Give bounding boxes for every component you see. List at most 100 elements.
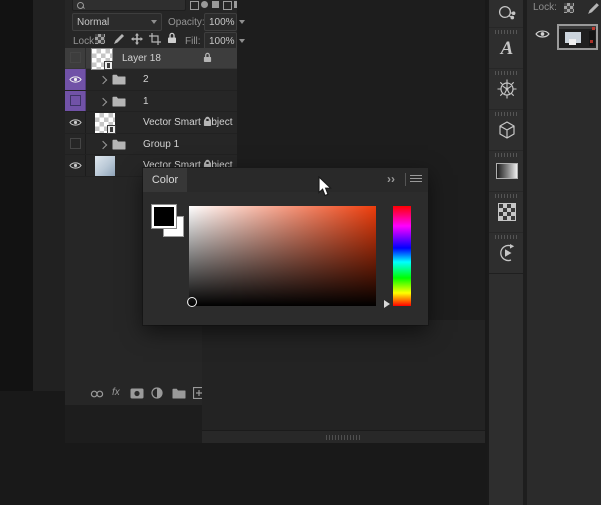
opacity-label: Opacity: — [168, 17, 205, 28]
saturation-brightness-field[interactable] — [189, 206, 376, 306]
thumb-red-dot — [590, 40, 593, 43]
hue-slider[interactable] — [393, 206, 411, 306]
color-field-cursor[interactable] — [187, 297, 197, 307]
lock-all-icon[interactable] — [167, 32, 177, 44]
lock-icon — [203, 52, 212, 62]
eye-icon[interactable] — [535, 29, 550, 39]
expand-arrow-icon[interactable] — [98, 140, 108, 149]
mouse-cursor — [318, 176, 332, 197]
grip-handle-icon — [495, 112, 519, 116]
new-group-icon[interactable] — [172, 388, 186, 399]
foreground-color-swatch[interactable] — [152, 205, 176, 228]
grip-handle-icon — [495, 30, 519, 34]
link-layers-icon[interactable] — [90, 390, 104, 398]
thumb-titlebar — [559, 26, 596, 29]
layer-thumbnail[interactable] — [95, 156, 115, 176]
visibility-toggle[interactable] — [65, 47, 86, 68]
gradient-icon — [496, 163, 518, 179]
dock-button-3d[interactable] — [489, 109, 525, 150]
visibility-toggle[interactable] — [65, 112, 86, 133]
eye-icon — [68, 76, 82, 83]
dock-button-nodes[interactable] — [489, 0, 525, 27]
thumb-white-block — [569, 39, 576, 45]
dock-button-history[interactable] — [489, 232, 525, 273]
layer-name[interactable]: 1 — [143, 96, 149, 107]
lock-label: Lock: — [73, 36, 97, 47]
lock-transparency-icon[interactable] — [564, 3, 574, 13]
visibility-empty-box — [69, 138, 81, 150]
pattern-icon — [498, 203, 516, 221]
thumb-dark-block — [589, 31, 595, 46]
visibility-toggle[interactable] — [65, 69, 86, 90]
folder-icon — [112, 96, 126, 106]
add-mask-icon[interactable] — [130, 388, 144, 399]
expand-arrow-icon[interactable] — [98, 75, 108, 85]
blend-mode-dropdown[interactable]: Normal — [72, 13, 162, 31]
layer-search-input[interactable] — [72, 0, 186, 11]
grip-handle-icon — [495, 71, 519, 75]
color-panel: Color ›› — [143, 168, 428, 325]
filter-type-icon[interactable] — [212, 1, 219, 8]
eye-icon — [68, 119, 82, 126]
chevron-down-icon — [238, 20, 245, 24]
layer-thumbnail[interactable] — [95, 113, 116, 134]
layer-row-layer-18[interactable]: Layer 18 — [65, 47, 237, 70]
layer-row-group-1[interactable]: 1 — [65, 90, 237, 112]
layer-name[interactable]: Group 1 — [143, 139, 179, 150]
window-resize-bar[interactable] — [202, 430, 485, 443]
dock-button-glyphs[interactable]: A — [489, 27, 525, 68]
lock-icon — [203, 116, 212, 126]
tab-color[interactable]: Color — [143, 168, 187, 192]
thumb-red-dot — [592, 27, 595, 30]
lock-label: Lock: — [533, 2, 557, 13]
visibility-toggle[interactable] — [65, 133, 86, 154]
chevron-down-icon — [238, 39, 245, 43]
panel-menu-icon[interactable] — [410, 175, 422, 184]
filter-smart-icon[interactable] — [234, 1, 237, 8]
layer-row-group-2[interactable]: 2 — [65, 69, 237, 91]
layer-name[interactable]: 2 — [143, 74, 149, 85]
lock-paint-brush-icon[interactable] — [587, 2, 600, 15]
expand-arrow-icon[interactable] — [98, 97, 108, 106]
adjustment-layer-icon[interactable] — [151, 387, 163, 399]
layer-effects-button[interactable]: fx — [112, 387, 120, 398]
search-icon — [77, 2, 84, 9]
visibility-toggle[interactable] — [65, 90, 86, 111]
left-dark-strip — [0, 0, 33, 391]
dock-button-wheel[interactable] — [489, 68, 525, 109]
filter-adjustment-icon[interactable] — [201, 1, 208, 8]
wheel-icon — [497, 79, 517, 99]
chevron-down-icon — [151, 20, 157, 24]
lock-transparency-icon[interactable] — [95, 34, 105, 44]
opacity-dropdown[interactable]: 100% — [204, 13, 245, 31]
visibility-toggle[interactable] — [65, 155, 86, 176]
grip-handle-icon — [495, 194, 519, 198]
folder-icon — [112, 74, 126, 85]
layer-thumbnail[interactable] — [91, 47, 113, 70]
nodes-icon — [498, 5, 516, 19]
lock-artboard-icon[interactable] — [149, 33, 161, 45]
lock-position-move-icon[interactable] — [131, 33, 143, 45]
dock-button-gradients[interactable] — [489, 150, 525, 191]
layer-thumbnail[interactable] — [557, 24, 598, 50]
visibility-empty-box — [69, 95, 81, 107]
lock-paint-brush-icon[interactable] — [113, 33, 125, 45]
history-icon — [500, 244, 515, 262]
dock-button-patterns[interactable] — [489, 191, 525, 232]
color-panel-header: Color ›› — [143, 168, 428, 192]
layer-name[interactable]: Layer 18 — [122, 53, 161, 64]
filter-pixel-icon[interactable] — [190, 1, 199, 10]
eye-icon — [68, 162, 82, 169]
collapse-panel-icon[interactable]: ›› — [387, 172, 395, 186]
glyphs-icon: A — [500, 37, 514, 59]
grip-handle-icon — [325, 435, 362, 440]
layer-row-group-1-named[interactable]: Group 1 — [65, 133, 237, 155]
header-divider — [405, 173, 406, 186]
filter-shape-icon[interactable] — [223, 1, 232, 10]
hue-slider-pointer-icon[interactable] — [384, 300, 390, 308]
panel-icon-dock: A — [487, 0, 525, 505]
layer-name[interactable]: Vector Smart Object — [143, 117, 232, 128]
right-layers-panel: Lock: — [527, 0, 601, 505]
left-gray-strip — [33, 0, 69, 391]
layer-row-vector-smart-object[interactable]: Vector Smart Object — [65, 112, 237, 134]
